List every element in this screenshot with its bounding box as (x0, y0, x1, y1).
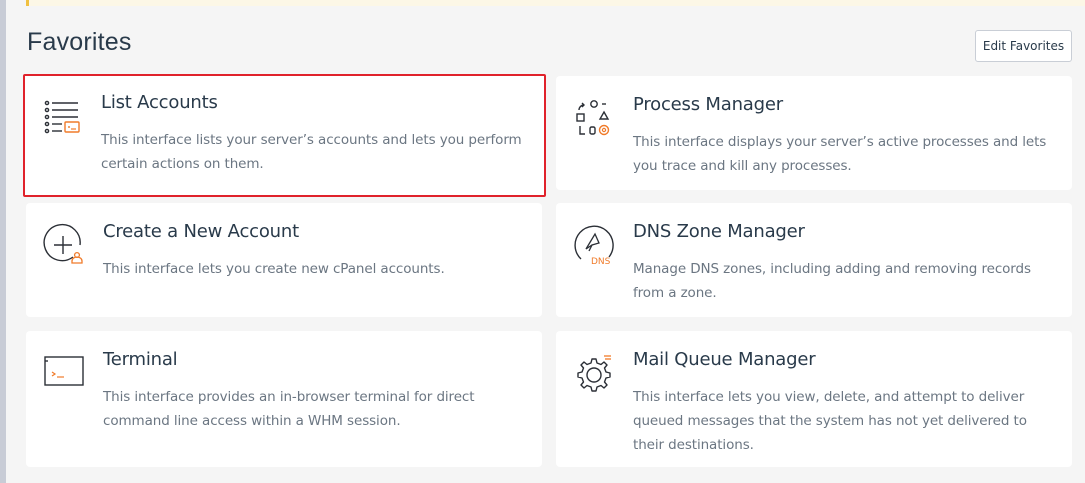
section-title: Favorites (27, 28, 132, 56)
process-manager-icon (572, 96, 616, 140)
card-title[interactable]: DNS Zone Manager (633, 221, 805, 242)
card-list-accounts[interactable]: List Accounts This interface lists your … (23, 74, 546, 197)
card-title[interactable]: Process Manager (633, 94, 783, 115)
mail-queue-gear-icon (572, 351, 616, 395)
card-title[interactable]: Create a New Account (103, 221, 299, 242)
card-terminal[interactable]: Terminal This interface provides an in-b… (26, 331, 542, 467)
card-title[interactable]: Mail Queue Manager (633, 349, 816, 370)
card-description: This interface lists your server’s accou… (101, 132, 522, 172)
notice-banner-edge (26, 0, 1085, 6)
dns-zone-icon: DNS (572, 223, 616, 267)
card-title[interactable]: Terminal (103, 349, 178, 370)
card-mail-queue-manager[interactable]: Mail Queue Manager This interface lets y… (556, 331, 1072, 467)
card-description: This interface displays your server’s ac… (633, 134, 1047, 174)
card-create-account[interactable]: Create a New Account This interface lets… (26, 203, 542, 317)
card-process-manager[interactable]: Process Manager This interface displays … (556, 76, 1072, 190)
card-description: Manage DNS zones, including adding and r… (633, 261, 1031, 301)
card-description: This interface lets you view, delete, an… (633, 389, 1027, 453)
terminal-icon (42, 351, 86, 395)
left-rail (0, 0, 6, 483)
card-description: This interface provides an in-browser te… (103, 389, 475, 429)
create-account-icon (42, 223, 86, 267)
dns-icon-label: DNS (591, 257, 611, 267)
list-accounts-icon (40, 94, 84, 138)
card-title[interactable]: List Accounts (101, 92, 218, 113)
edit-favorites-button[interactable]: Edit Favorites (975, 30, 1072, 62)
card-dns-zone-manager[interactable]: DNS DNS Zone Manager Manage DNS zones, i… (556, 203, 1072, 317)
card-description: This interface lets you create new cPane… (103, 261, 445, 277)
